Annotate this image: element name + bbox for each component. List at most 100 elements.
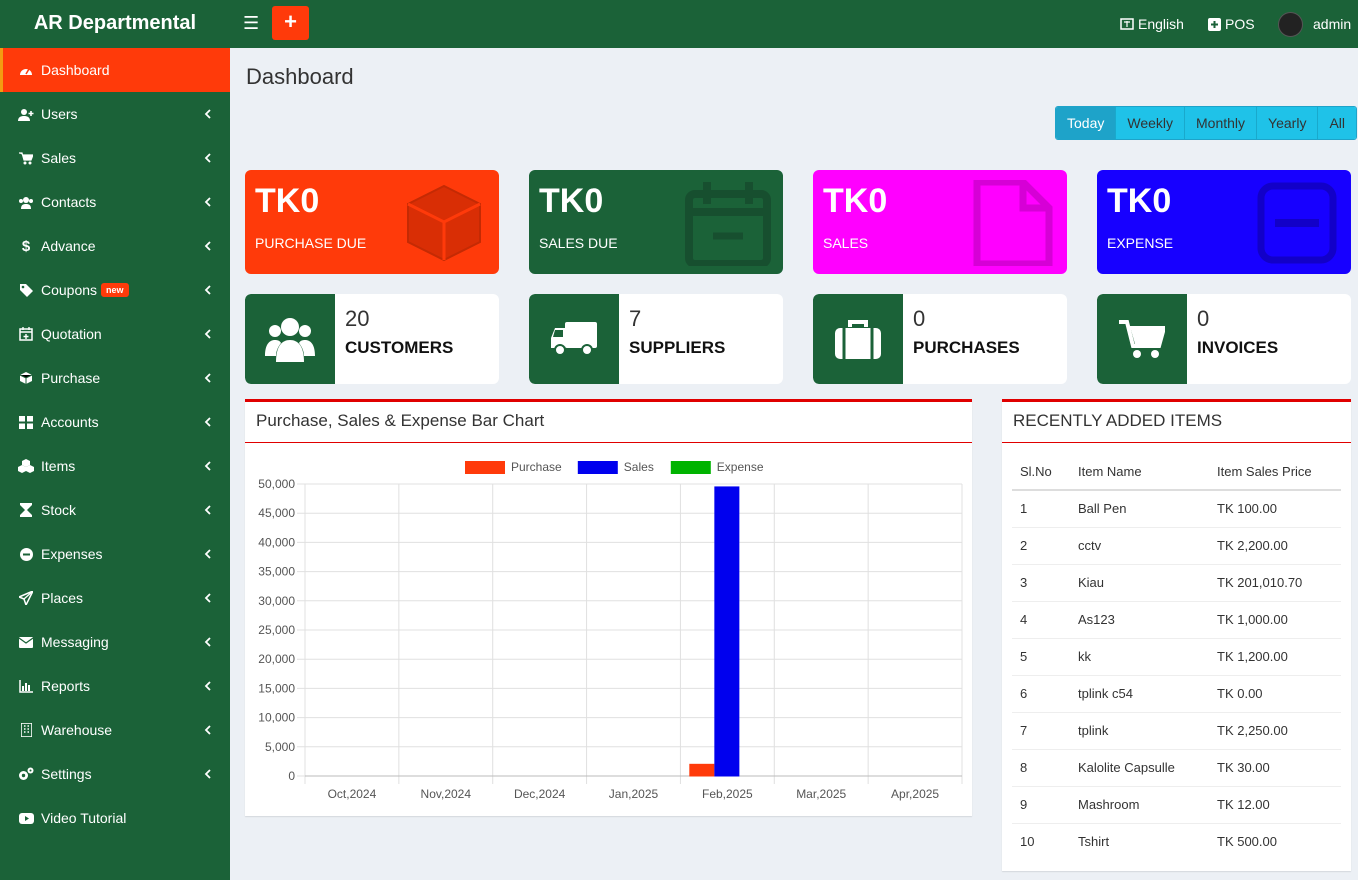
cell-item-name: As123 <box>1070 600 1209 638</box>
table-row: 10 Tshirt TK 500.00 <box>1012 822 1341 860</box>
sidebar-item-accounts[interactable]: Accounts <box>0 400 230 444</box>
sidebar-item-coupons[interactable]: Coupons new <box>0 268 230 312</box>
table-row: 1 Ball Pen TK 100.00 <box>1012 489 1341 527</box>
recent-items-title: RECENTLY ADDED ITEMS <box>1002 402 1351 443</box>
bar-chart-icon <box>18 679 34 693</box>
cubes-icon <box>18 459 34 473</box>
sidebar-item-items[interactable]: Items <box>0 444 230 488</box>
chevron-left-icon <box>204 285 211 295</box>
x-tick-label: Nov,2024 <box>421 787 472 801</box>
expense-box[interactable]: TK0 EXPENSE <box>1097 170 1351 274</box>
top-navbar: AR Departmental ☰ + English POS admin <box>0 0 1358 48</box>
x-tick-label: Mar,2025 <box>796 787 846 801</box>
sidebar-item-label: Video Tutorial <box>41 810 127 826</box>
chevron-left-icon <box>204 373 211 383</box>
plus-square-icon <box>1208 17 1221 31</box>
grid-icon <box>18 415 34 429</box>
sidebar-item-advance[interactable]: $ Advance <box>0 224 230 268</box>
period-tab-weekly[interactable]: Weekly <box>1115 107 1185 139</box>
brand-logo[interactable]: AR Departmental <box>0 0 230 48</box>
sidebar-item-label: Warehouse <box>41 722 113 738</box>
chevron-left-icon <box>204 769 211 779</box>
purchases-box[interactable]: 0 PURCHASES <box>813 294 1067 384</box>
sidebar-item-label: Settings <box>41 766 92 782</box>
y-tick-label: 30,000 <box>258 594 295 608</box>
customers-icon-bg <box>245 294 335 384</box>
sidebar-item-contacts[interactable]: Contacts <box>0 180 230 224</box>
quick-add-button[interactable]: + <box>272 6 309 40</box>
sidebar-item-messaging[interactable]: Messaging <box>0 620 230 664</box>
cell-slno: 5 <box>1012 637 1070 675</box>
sidebar-item-settings[interactable]: Settings <box>0 752 230 796</box>
sales-box[interactable]: TK0 SALES <box>813 170 1067 274</box>
customers-label: CUSTOMERS <box>345 338 454 357</box>
cell-slno: 8 <box>1012 748 1070 786</box>
language-selector[interactable]: English <box>1120 0 1184 48</box>
sidebar: Dashboard Users Sales Contacts $ Advance… <box>0 48 230 880</box>
customers-box[interactable]: 20 CUSTOMERS <box>245 294 499 384</box>
cell-slno: 6 <box>1012 674 1070 712</box>
sidebar-item-reports[interactable]: Reports <box>0 664 230 708</box>
purchase-due-box[interactable]: TK0 PURCHASE DUE <box>245 170 499 274</box>
cell-sales-price: TK 0.00 <box>1209 674 1341 712</box>
sidebar-item-label: Advance <box>41 238 96 254</box>
user-menu[interactable]: admin <box>1278 0 1351 48</box>
table-row: 3 Kiau TK 201,010.70 <box>1012 563 1341 601</box>
envelope-icon <box>18 635 34 649</box>
period-filter: Today Weekly Monthly Yearly All <box>1055 106 1358 140</box>
invoices-box[interactable]: 0 INVOICES <box>1097 294 1351 384</box>
x-tick-label: Dec,2024 <box>514 787 566 801</box>
sidebar-item-quotation[interactable]: Quotation <box>0 312 230 356</box>
period-tab-yearly[interactable]: Yearly <box>1256 107 1318 139</box>
x-tick-label: Apr,2025 <box>891 787 939 801</box>
sidebar-item-purchase[interactable]: Purchase <box>0 356 230 400</box>
language-icon <box>1120 18 1134 30</box>
sidebar-item-expenses[interactable]: Expenses <box>0 532 230 576</box>
sidebar-item-sales[interactable]: Sales <box>0 136 230 180</box>
cell-item-name: Mashroom <box>1070 785 1209 823</box>
minus-circle-icon <box>18 547 34 561</box>
y-tick-label: 20,000 <box>258 652 295 666</box>
cart-icon <box>18 151 34 165</box>
cell-slno: 1 <box>1012 489 1070 527</box>
cell-item-name: tplink <box>1070 711 1209 749</box>
suppliers-box[interactable]: 7 SUPPLIERS <box>529 294 783 384</box>
y-tick-label: 50,000 <box>258 477 295 491</box>
suppliers-label: SUPPLIERS <box>629 338 726 357</box>
period-tab-today[interactable]: Today <box>1056 107 1116 139</box>
sidebar-item-places[interactable]: Places <box>0 576 230 620</box>
period-tab-all[interactable]: All <box>1317 107 1357 139</box>
user-name: admin <box>1313 16 1352 32</box>
sidebar-item-stock[interactable]: Stock <box>0 488 230 532</box>
legend-swatch-sales <box>577 461 618 474</box>
menu-toggle-icon[interactable]: ☰ <box>243 13 261 33</box>
legend-swatch-purchase <box>465 461 505 474</box>
cell-slno: 10 <box>1012 822 1070 860</box>
y-tick-label: 5,000 <box>265 740 295 754</box>
pos-link[interactable]: POS <box>1208 0 1255 48</box>
invoices-count: 0 <box>1197 306 1210 331</box>
sales-label: SALES <box>823 235 869 251</box>
customers-count: 20 <box>345 306 370 331</box>
sidebar-item-warehouse[interactable]: Warehouse <box>0 708 230 752</box>
cell-sales-price: TK 100.00 <box>1209 489 1341 527</box>
dashboard-icon <box>18 63 34 77</box>
cube-icon <box>18 371 34 385</box>
chevron-left-icon <box>204 593 211 603</box>
chevron-left-icon <box>204 681 211 691</box>
table-row: 2 cctv TK 2,200.00 <box>1012 526 1341 564</box>
cell-sales-price: TK 2,200.00 <box>1209 526 1341 564</box>
sidebar-item-users[interactable]: Users <box>0 92 230 136</box>
file-icon <box>973 180 1053 266</box>
col-header-item-name: Item Name <box>1070 453 1209 491</box>
cell-sales-price: TK 30.00 <box>1209 748 1341 786</box>
sidebar-item-dashboard[interactable]: Dashboard <box>0 48 230 92</box>
sales-due-box[interactable]: TK0 SALES DUE <box>529 170 783 274</box>
period-tab-monthly[interactable]: Monthly <box>1184 107 1257 139</box>
cell-slno: 9 <box>1012 785 1070 823</box>
x-tick-label: Oct,2024 <box>328 787 377 801</box>
sidebar-item-label: Accounts <box>41 414 99 430</box>
y-tick-label: 25,000 <box>258 623 295 637</box>
briefcase-icon <box>835 320 881 359</box>
sidebar-item-video-tutorial[interactable]: Video Tutorial <box>0 796 230 840</box>
